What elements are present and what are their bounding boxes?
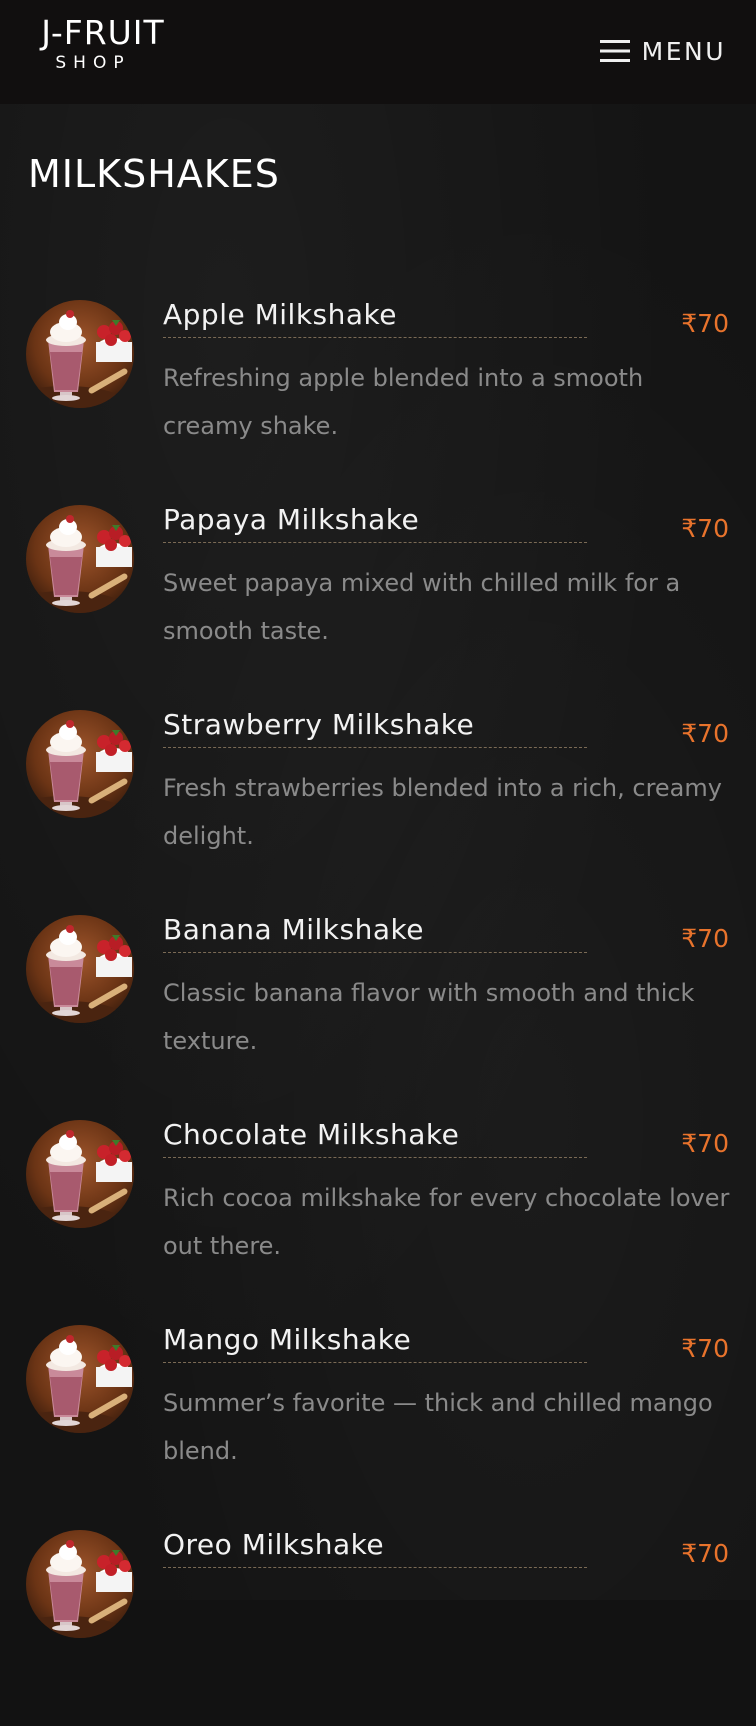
item-description: Classic banana flavor with smooth and th… [163, 979, 695, 1055]
item-description: Sweet papaya mixed with chilled milk for… [163, 569, 681, 645]
menu-label: MENU [641, 36, 726, 66]
dotted-leader [163, 952, 587, 953]
logo-subtitle: SHOP [55, 53, 131, 73]
item-description: Refreshing apple blended into a smooth c… [163, 364, 644, 440]
item-name: Apple Milkshake [163, 298, 397, 331]
dotted-leader [163, 1157, 587, 1158]
hamburger-icon [599, 39, 630, 63]
dotted-leader [163, 747, 587, 748]
menu-item[interactable]: Papaya Milkshake ₹70 Sweet papaya mixed … [0, 501, 756, 701]
item-name: Chocolate Milkshake [163, 1118, 460, 1151]
menu-item[interactable]: Apple Milkshake ₹70 Refreshing apple ble… [0, 296, 756, 496]
item-name: Banana Milkshake [163, 913, 424, 946]
milkshake-image [26, 1325, 134, 1433]
menu-item[interactable]: Mango Milkshake ₹70 Summer’s favorite — … [0, 1321, 756, 1521]
item-price: ₹70 [681, 514, 729, 543]
milkshake-image [26, 505, 134, 613]
site-header: J-FRUIT SHOP MENU [0, 0, 756, 104]
item-price: ₹70 [681, 719, 729, 748]
item-price: ₹70 [681, 1129, 729, 1158]
menu-item[interactable]: Chocolate Milkshake ₹70 Rich cocoa milks… [0, 1116, 756, 1316]
item-price: ₹70 [681, 1539, 729, 1568]
dotted-leader [163, 337, 587, 338]
logo-title: J-FRUIT [41, 13, 165, 52]
menu-item[interactable]: Strawberry Milkshake ₹70 Fresh strawberr… [0, 706, 756, 906]
menu-item[interactable]: Oreo Milkshake ₹70 [0, 1526, 756, 1726]
item-name: Oreo Milkshake [163, 1528, 385, 1561]
dotted-leader [163, 1567, 587, 1568]
shop-logo[interactable]: J-FRUIT SHOP [28, 14, 178, 74]
item-name: Papaya Milkshake [163, 503, 420, 536]
milkshake-image [26, 1530, 134, 1638]
milkshake-image [26, 300, 134, 408]
item-price: ₹70 [681, 309, 729, 338]
milkshake-image [26, 710, 134, 818]
item-price: ₹70 [681, 1334, 729, 1363]
menu-button[interactable]: MENU [599, 34, 726, 68]
item-description: Fresh strawberries blended into a rich, … [163, 774, 722, 850]
item-description: Summer’s favorite — thick and chilled ma… [163, 1389, 713, 1465]
dotted-leader [163, 1362, 587, 1363]
item-description: Rich cocoa milkshake for every chocolate… [163, 1184, 730, 1260]
page-title: MILKSHAKES [28, 152, 280, 196]
milkshake-image [26, 1120, 134, 1228]
item-name: Strawberry Milkshake [163, 708, 475, 741]
menu-item[interactable]: Banana Milkshake ₹70 Classic banana flav… [0, 911, 756, 1111]
dotted-leader [163, 542, 587, 543]
item-price: ₹70 [681, 924, 729, 953]
milkshake-image [26, 915, 134, 1023]
page-background: J-FRUIT SHOP MENU MILKSHAKES Apple Milks… [0, 0, 756, 1638]
item-name: Mango Milkshake [163, 1323, 412, 1356]
